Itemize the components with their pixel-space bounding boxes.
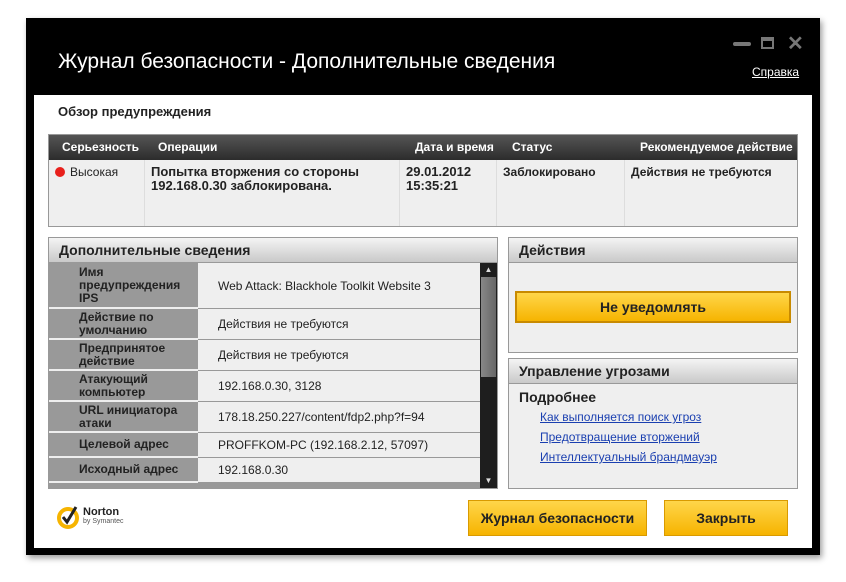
severity-cell: Высокая	[49, 160, 145, 226]
scroll-up-icon[interactable]: ▲	[480, 263, 497, 277]
norton-check-icon	[57, 506, 79, 529]
detail-value: Действия не требуются	[198, 309, 480, 340]
detail-label: Исходный адрес	[49, 458, 198, 483]
maximize-button[interactable]	[761, 37, 779, 51]
detail-value: Web Attack: Blackhole Toolkit Website 3	[198, 263, 480, 309]
detail-value: Действия не требуются	[198, 340, 480, 371]
detail-value: 178.18.250.227/content/fdp2.php?f=94	[198, 402, 480, 433]
severity-text: Высокая	[70, 165, 119, 179]
help-link[interactable]: Справка	[752, 65, 799, 79]
date-text: 29.01.2012	[406, 164, 472, 179]
scroll-thumb[interactable]	[481, 277, 496, 377]
detail-label: Атакующий компьютер	[49, 371, 198, 402]
intrusion-prevention-link[interactable]: Предотвращение вторжений	[540, 430, 700, 444]
time-text: 15:35:21	[406, 178, 459, 193]
col-datetime[interactable]: Дата и время	[415, 135, 494, 160]
threats-heading: Управление угрозами	[509, 359, 797, 384]
col-operations[interactable]: Операции	[158, 135, 217, 160]
operation-cell: Попытка вторжения со стороны 192.168.0.3…	[145, 160, 400, 226]
datetime-cell: 29.01.2012 15:35:21	[400, 160, 497, 226]
do-not-notify-button[interactable]: Не уведомлять	[515, 291, 791, 323]
actions-heading: Действия	[509, 238, 797, 263]
detail-value: 192.168.0.30	[198, 458, 480, 483]
window-title: Журнал безопасности - Дополнительные све…	[58, 50, 556, 73]
close-button[interactable]: Закрыть	[664, 500, 788, 536]
col-status[interactable]: Статус	[512, 135, 552, 160]
col-recommended[interactable]: Рекомендуемое действие	[640, 135, 793, 160]
threat-scan-link[interactable]: Как выполняется поиск угроз	[540, 410, 701, 424]
security-log-button[interactable]: Журнал безопасности	[468, 500, 647, 536]
detail-label: URL инициатора атаки	[49, 402, 198, 433]
recommended-cell: Действия не требуются	[631, 165, 772, 179]
detail-label: Имя предупреждения IPS	[49, 263, 198, 309]
scroll-down-icon[interactable]: ▼	[480, 474, 497, 488]
close-window-button[interactable]: ✕	[787, 34, 805, 54]
details-heading: Дополнительные сведения	[49, 238, 497, 263]
detail-value: PROFFKOM-PC (192.168.2.12, 57097)	[198, 433, 480, 458]
severity-dot-icon	[55, 167, 65, 177]
details-scrollbar[interactable]: ▲ ▼	[480, 263, 497, 488]
detail-row-partial	[49, 483, 480, 488]
detail-value: 192.168.0.30, 3128	[198, 371, 480, 402]
more-info-heading: Подробнее	[519, 389, 597, 405]
norton-logo: Norton by Symantec	[57, 505, 123, 529]
detail-label: Предпринятое действие	[49, 340, 198, 371]
minimize-button[interactable]	[733, 37, 751, 51]
detail-label: Действие по умолчанию	[49, 309, 198, 340]
col-severity[interactable]: Серьезность	[62, 135, 139, 160]
overview-heading: Обзор предупреждения	[58, 104, 212, 119]
detail-label: Целевой адрес	[49, 433, 198, 458]
status-cell: Заблокировано	[497, 160, 625, 226]
smart-firewall-link[interactable]: Интеллектуальный брандмауэр	[540, 450, 717, 464]
